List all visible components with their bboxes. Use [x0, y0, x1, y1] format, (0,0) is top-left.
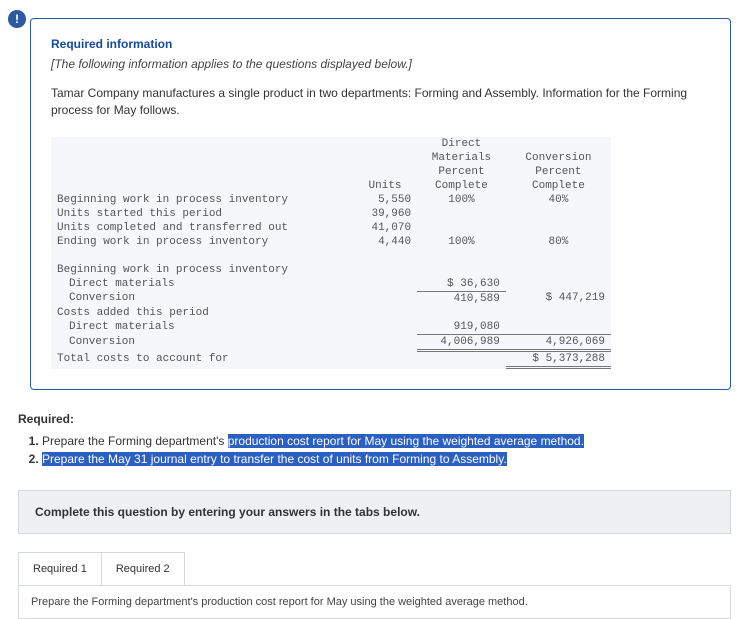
alert-icon: !: [8, 10, 26, 28]
table-row: Units completed and transferred out 41,0…: [51, 221, 611, 235]
table-row: Beginning work in process inventory 5,55…: [51, 193, 611, 207]
required-item-1: Prepare the Forming department's product…: [42, 432, 731, 450]
table-row: Direct materials $ 36,630: [51, 277, 611, 292]
table-section-header: Beginning work in process inventory: [51, 263, 611, 277]
col-header: Direct: [417, 137, 506, 151]
highlighted-text: Prepare the May 31 journal entry to tran…: [42, 452, 507, 466]
tabs: Required 1 Required 2: [18, 552, 731, 586]
context-note: [The following information applies to th…: [51, 57, 710, 71]
highlighted-text: production cost report for May using the…: [228, 434, 584, 448]
col-header: Complete: [417, 179, 506, 193]
table-section-header: Costs added this period: [51, 306, 611, 320]
required-information-box: Required information [The following info…: [30, 18, 731, 390]
col-header: Conversion: [506, 151, 611, 165]
tab-required-1[interactable]: Required 1: [18, 552, 102, 585]
table-row: Direct materials 919,080: [51, 320, 611, 335]
col-header: Percent: [417, 165, 506, 179]
table-row: Ending work in process inventory 4,440 1…: [51, 235, 611, 249]
instruction-bar: Complete this question by entering your …: [18, 490, 731, 534]
col-header: Materials: [417, 151, 506, 165]
required-heading: Required:: [18, 412, 731, 426]
forming-data-table: Direct Materials Conversion Percent Perc…: [51, 137, 611, 369]
tab-content-required-1: Prepare the Forming department's product…: [18, 586, 731, 619]
table-row: Units started this period 39,960: [51, 207, 611, 221]
required-list: Prepare the Forming department's product…: [42, 432, 731, 468]
required-item-2: Prepare the May 31 journal entry to tran…: [42, 450, 731, 468]
col-header: Complete: [506, 179, 611, 193]
col-header: Percent: [506, 165, 611, 179]
required-info-heading: Required information: [51, 37, 710, 51]
col-header: Units: [353, 179, 417, 193]
table-row: Conversion 410,589 $ 447,219: [51, 291, 611, 306]
table-row: Conversion 4,006,989 4,926,069: [51, 334, 611, 350]
intro-text: Tamar Company manufactures a single prod…: [51, 85, 710, 119]
table-total-row: Total costs to account for $ 5,373,288: [51, 350, 611, 367]
tab-required-2[interactable]: Required 2: [102, 552, 185, 585]
